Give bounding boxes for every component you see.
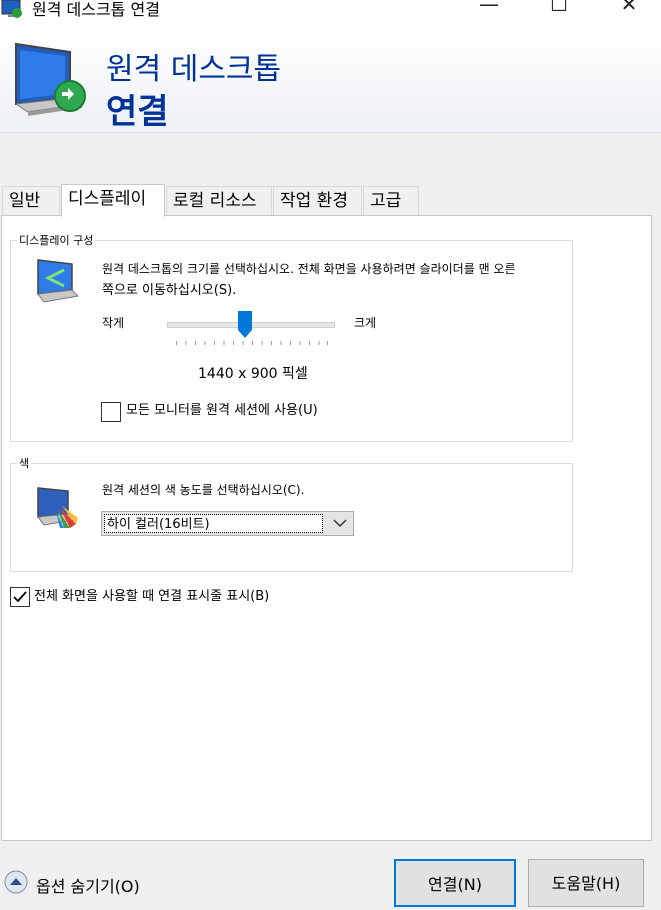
tab-local-resources[interactable]: 로컬 리소스 <box>166 186 272 215</box>
banner-subtitle: 연결 <box>106 92 169 132</box>
slider-min-label: 작게 <box>102 316 125 330</box>
display-description-line1: 원격 데스크톱의 크기를 선택하십시오. 전체 화면을 사용하려면 슬라이더를 … <box>102 262 516 276</box>
connection-bar-checkbox[interactable] <box>10 587 30 607</box>
remote-desktop-logo-icon <box>14 42 86 116</box>
maximize-button[interactable]: ☐ <box>536 0 582 22</box>
window-title: 원격 데스크톱 연결 <box>32 0 160 19</box>
close-button[interactable]: ✕ <box>606 0 652 22</box>
slider-ticks <box>176 341 328 345</box>
color-depth-value: 하이 컬러(16비트) <box>104 514 323 533</box>
remote-desktop-icon <box>1 0 22 18</box>
color-depth-description: 원격 세션의 색 농도를 선택하십시오(C). <box>102 483 305 497</box>
minimize-button[interactable]: — <box>466 0 512 22</box>
resolution-label: 1440 x 900 픽셀 <box>198 366 308 382</box>
chevron-down-icon <box>333 519 347 528</box>
tab-experience[interactable]: 작업 환경 <box>273 186 362 215</box>
checkmark-icon <box>13 591 27 603</box>
tab-display[interactable]: 디스플레이 <box>61 184 165 217</box>
display-config-title: 디스플레이 구성 <box>17 232 96 248</box>
connection-bar-label: 전체 화면을 사용할 때 연결 표시줄 표시(B) <box>34 589 270 604</box>
banner-title: 원격 데스크톱 <box>106 52 282 87</box>
title-bar[interactable]: 원격 데스크톱 연결 — ☐ ✕ <box>0 0 661 28</box>
hide-options-label[interactable]: 옵션 숨기기(O) <box>36 873 140 897</box>
monitor-resize-icon <box>37 259 80 303</box>
collapse-options-icon[interactable] <box>4 870 28 894</box>
tab-advanced[interactable]: 고급 <box>363 186 419 215</box>
tab-general[interactable]: 일반 <box>2 186 60 215</box>
slider-max-label: 크게 <box>354 316 377 330</box>
help-button[interactable]: 도움말(H) <box>528 859 644 907</box>
display-size-slider-thumb[interactable] <box>238 311 253 338</box>
colors-title: 색 <box>17 455 32 471</box>
all-monitors-checkbox[interactable] <box>101 402 121 422</box>
display-description-line2: 쪽으로 이동하십시오(S). <box>102 283 237 298</box>
connect-button[interactable]: 연결(N) <box>394 859 516 907</box>
color-depth-select[interactable]: 하이 컬러(16비트) <box>101 511 354 536</box>
color-palette-monitor-icon <box>37 487 78 528</box>
all-monitors-label: 모든 모니터를 원격 세션에 사용(U) <box>126 403 318 418</box>
header-banner: 원격 데스크톱 연결 <box>0 28 661 133</box>
